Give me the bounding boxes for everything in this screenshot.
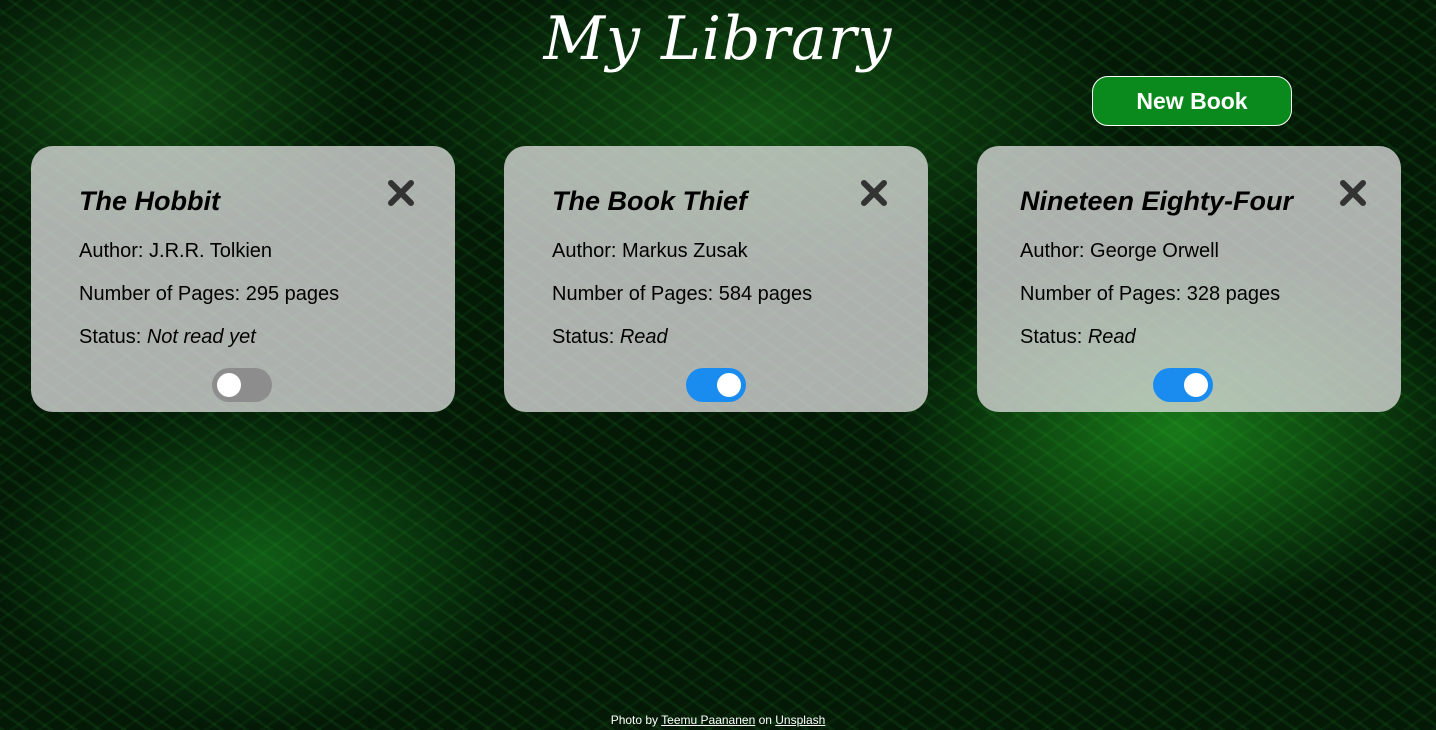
book-status: Status: Read <box>552 326 668 349</box>
book-author: Author: George Orwell <box>1020 240 1219 262</box>
read-status-toggle[interactable] <box>1153 368 1213 402</box>
status-label: Status: <box>1020 326 1088 348</box>
book-pages: Number of Pages: 295 pages <box>79 283 340 305</box>
book-card: Nineteen Eighty-Four Author: George Orwe… <box>977 146 1401 412</box>
book-title: The Hobbit <box>79 186 220 216</box>
close-icon <box>388 180 414 206</box>
status-value: Not read yet <box>146 326 256 348</box>
page-title: My Library <box>543 4 893 74</box>
book-status: Status: Not read yet <box>79 326 256 349</box>
status-value: Read <box>1087 326 1136 348</box>
unsplash-link[interactable]: Unsplash <box>775 713 825 727</box>
status-value: Read <box>619 326 668 348</box>
remove-book-button[interactable] <box>859 178 889 208</box>
book-card: The Book Thief Author: Markus Zusak Numb… <box>504 146 928 412</box>
credit-prefix: Photo by <box>610 713 662 727</box>
credit-middle: on <box>755 713 776 727</box>
status-label: Status: <box>552 326 620 348</box>
status-label: Status: <box>79 326 147 348</box>
book-pages: Number of Pages: 328 pages <box>1020 283 1281 305</box>
read-status-toggle[interactable] <box>686 368 746 402</box>
book-card: The Hobbit Author: J.R.R. Tolkien Number… <box>31 146 455 412</box>
read-status-toggle[interactable] <box>212 368 272 402</box>
book-author: Author: Markus Zusak <box>552 240 748 262</box>
photo-credit: Photo by Teemu Paananen on Unsplash <box>0 713 1436 727</box>
toggle-knob <box>717 373 741 397</box>
toggle-knob <box>217 373 241 397</box>
book-pages: Number of Pages: 584 pages <box>552 283 813 305</box>
new-book-button[interactable]: New Book <box>1092 76 1292 126</box>
remove-book-button[interactable] <box>1338 178 1368 208</box>
toggle-knob <box>1184 373 1208 397</box>
remove-book-button[interactable] <box>386 178 416 208</box>
photographer-link[interactable]: Teemu Paananen <box>661 713 755 727</box>
close-icon <box>861 180 887 206</box>
book-title: The Book Thief <box>552 186 747 216</box>
book-status: Status: Read <box>1020 326 1136 349</box>
book-author: Author: J.R.R. Tolkien <box>79 240 273 262</box>
book-title: Nineteen Eighty-Four <box>1020 186 1294 216</box>
close-icon <box>1340 180 1366 206</box>
